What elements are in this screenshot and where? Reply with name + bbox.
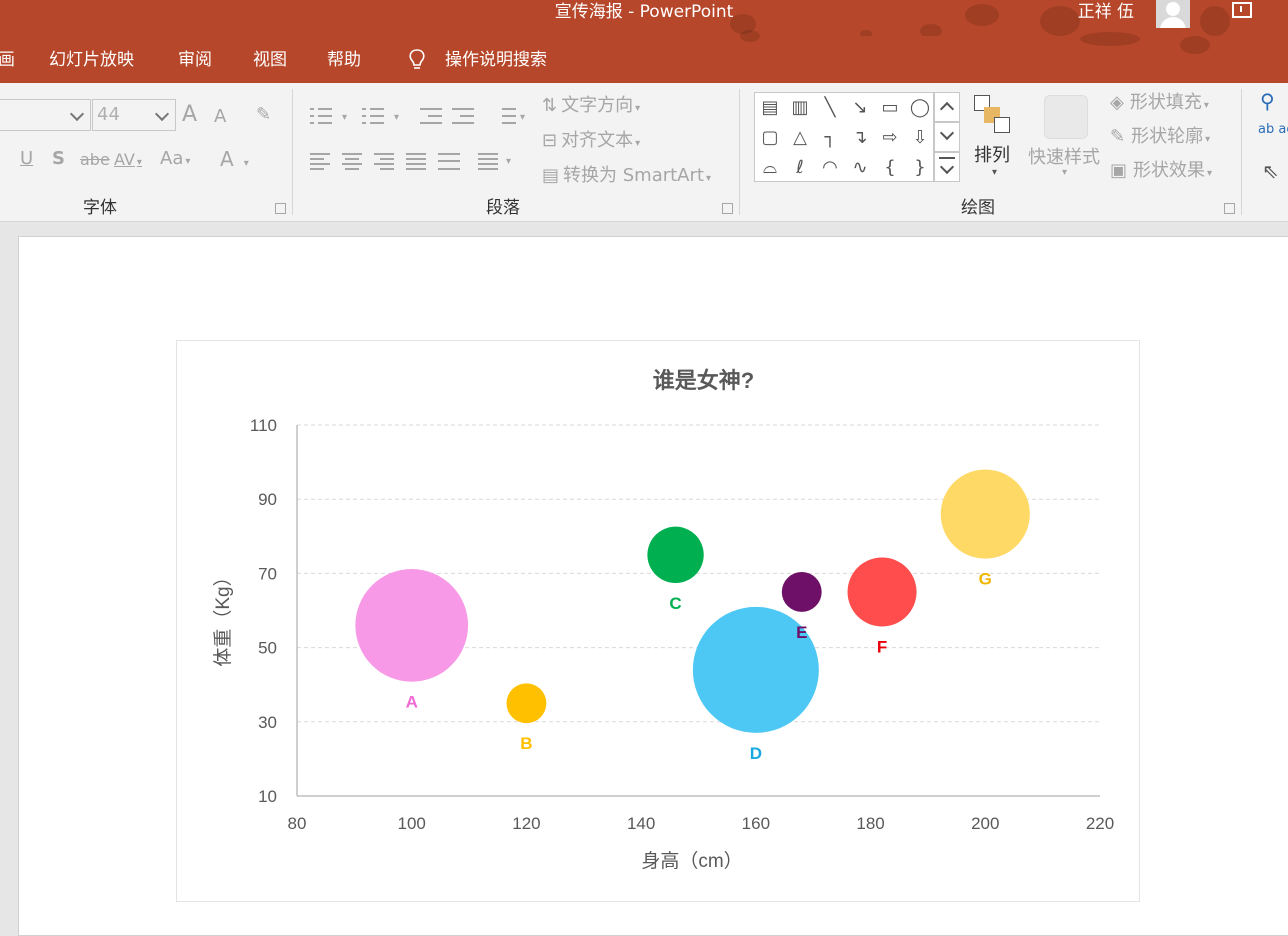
tab-view[interactable]: 视图 bbox=[253, 48, 287, 72]
shape-fill-button[interactable]: ◈ 形状填充 ▾ bbox=[1110, 91, 1209, 118]
ribbon: 44 A A ✎ U S abe AV ▾ Aa ▾ A ▾ 字体 ▾ ▾ ▾ ⇅ 文字… bbox=[0, 83, 1288, 222]
drawing-group-label: 绘图 bbox=[961, 198, 995, 218]
elbow-connector-shape-icon[interactable]: ┐ bbox=[817, 125, 843, 151]
down-arrow-shape-icon[interactable]: ⇩ bbox=[907, 125, 933, 151]
vertical-textbox-shape-icon[interactable]: ▥ bbox=[787, 95, 813, 121]
font-size-combo[interactable]: 44 bbox=[92, 99, 176, 131]
shadow-button[interactable]: S bbox=[52, 147, 65, 171]
user-name[interactable]: 正祥 伍 bbox=[1078, 0, 1134, 24]
numbering-icon[interactable] bbox=[362, 107, 384, 125]
right-brace-shape-icon[interactable]: } bbox=[907, 155, 933, 181]
font-dialog-launcher[interactable] bbox=[275, 203, 286, 214]
align-text-label: 对齐文本 bbox=[561, 130, 634, 151]
text-direction-label: 文字方向 bbox=[561, 95, 634, 116]
paragraph-dialog-launcher[interactable] bbox=[722, 203, 733, 214]
char-spacing-label: AV bbox=[114, 150, 135, 169]
menu-bar: 画 幻灯片放映 审阅 视图 帮助 操作说明搜索 bbox=[0, 30, 1288, 83]
lightbulb-icon[interactable] bbox=[406, 48, 428, 72]
font-color-button[interactable]: A ▾ bbox=[220, 147, 249, 176]
distributed-icon[interactable] bbox=[438, 152, 460, 170]
font-color-label: A bbox=[220, 147, 234, 171]
quick-styles-label: 快速样式 bbox=[1028, 147, 1100, 168]
tab-slideshow[interactable]: 幻灯片放映 bbox=[49, 48, 134, 72]
justify-icon[interactable] bbox=[406, 152, 428, 170]
gallery-more[interactable] bbox=[934, 152, 960, 182]
rounded-rect-shape-icon[interactable]: ▢ bbox=[757, 125, 783, 151]
shape-fill-label: 形状填充 bbox=[1129, 92, 1202, 113]
decrease-indent-icon[interactable] bbox=[420, 107, 442, 125]
text-direction-button[interactable]: ⇅ 文字方向 ▾ bbox=[542, 94, 640, 121]
arrange-icon bbox=[974, 95, 1014, 135]
tab-review[interactable]: 审阅 bbox=[178, 48, 212, 72]
shape-effects-button[interactable]: ▣ 形状效果 ▾ bbox=[1110, 159, 1212, 186]
ribbon-display-options-icon[interactable] bbox=[1232, 2, 1252, 18]
align-right-icon[interactable] bbox=[374, 152, 396, 170]
quick-styles-button[interactable]: 快速样式 ▾ bbox=[1028, 93, 1104, 193]
arrange-label: 排列 bbox=[974, 145, 1010, 166]
increase-indent-icon[interactable] bbox=[452, 107, 474, 125]
font-name-combo[interactable] bbox=[0, 99, 91, 131]
arc-shape-icon[interactable]: ◠ bbox=[817, 155, 843, 181]
arrange-button[interactable]: 排列 ▾ bbox=[970, 93, 1020, 193]
tab-animation[interactable]: 画 bbox=[0, 48, 15, 72]
align-left-icon[interactable] bbox=[310, 152, 332, 170]
tab-help[interactable]: 帮助 bbox=[327, 48, 361, 72]
shape-outline-button[interactable]: ✎ 形状轮廓 ▾ bbox=[1110, 125, 1210, 152]
freeform-shape-icon[interactable]: ⌓ bbox=[757, 155, 783, 181]
triangle-shape-icon[interactable]: △ bbox=[787, 125, 813, 151]
left-brace-shape-icon[interactable]: { bbox=[877, 155, 903, 181]
line-shape-icon[interactable]: ╲ bbox=[817, 95, 843, 121]
shape-outline-label: 形状轮廓 bbox=[1131, 126, 1204, 147]
grow-font-button[interactable]: A bbox=[182, 103, 197, 127]
arrow-line-shape-icon[interactable]: ↘ bbox=[847, 95, 873, 121]
rectangle-shape-icon[interactable]: ▭ bbox=[877, 95, 903, 121]
shrink-font-button[interactable]: A bbox=[214, 105, 226, 129]
title-bar: 宣传海报 - PowerPoint 正祥 伍 bbox=[0, 0, 1288, 38]
paragraph-group-label: 段落 bbox=[486, 198, 520, 218]
align-center-icon[interactable] bbox=[342, 152, 364, 170]
change-case-button[interactable]: Aa ▾ bbox=[160, 147, 190, 174]
avatar[interactable] bbox=[1156, 0, 1190, 28]
curve-shape-icon[interactable]: ∿ bbox=[847, 155, 873, 181]
change-case-label: Aa bbox=[160, 148, 184, 169]
tell-me-search[interactable]: 操作说明搜索 bbox=[445, 48, 547, 72]
textbox-shape-icon[interactable]: ▤ bbox=[757, 95, 783, 121]
shapes-gallery[interactable]: ▤ ▥ ╲ ↘ ▭ ◯ ▢ △ ┐ ↴ ⇨ ⇩ ⌓ ℓ ◠ ∿ { } bbox=[754, 92, 934, 182]
scribble-shape-icon[interactable]: ℓ bbox=[787, 155, 813, 181]
clear-format-icon[interactable]: ✎ bbox=[256, 103, 271, 127]
select-icon[interactable]: ⇖ bbox=[1262, 159, 1279, 183]
bullets-icon[interactable] bbox=[310, 107, 332, 125]
drawing-dialog-launcher[interactable] bbox=[1224, 203, 1235, 214]
chart-area[interactable] bbox=[176, 340, 1140, 902]
line-spacing-icon[interactable] bbox=[494, 107, 516, 125]
find-icon[interactable]: ⚲ bbox=[1260, 89, 1275, 113]
smartart-button[interactable]: ▤ 转换为 SmartArt ▾ bbox=[542, 164, 711, 191]
oval-shape-icon[interactable]: ◯ bbox=[907, 95, 933, 121]
replace-icon[interactable]: ab ac bbox=[1258, 123, 1288, 137]
shape-effects-label: 形状效果 bbox=[1133, 160, 1206, 181]
font-group-label: 字体 bbox=[83, 198, 117, 218]
right-arrow-shape-icon[interactable]: ⇨ bbox=[877, 125, 903, 151]
char-spacing-button[interactable]: AV ▾ bbox=[114, 148, 142, 175]
strikethrough-button[interactable]: abe bbox=[80, 148, 110, 172]
align-text-button[interactable]: ⊟ 对齐文本 ▾ bbox=[542, 129, 640, 156]
quick-styles-icon bbox=[1044, 95, 1088, 139]
gallery-scroll-up[interactable] bbox=[934, 92, 960, 122]
elbow-arrow-shape-icon[interactable]: ↴ bbox=[847, 125, 873, 151]
font-size-value: 44 bbox=[97, 104, 120, 125]
smartart-label: 转换为 SmartArt bbox=[563, 165, 704, 186]
underline-button[interactable]: U bbox=[20, 147, 33, 171]
columns-icon[interactable] bbox=[478, 152, 500, 170]
gallery-scroll-down[interactable] bbox=[934, 122, 960, 152]
